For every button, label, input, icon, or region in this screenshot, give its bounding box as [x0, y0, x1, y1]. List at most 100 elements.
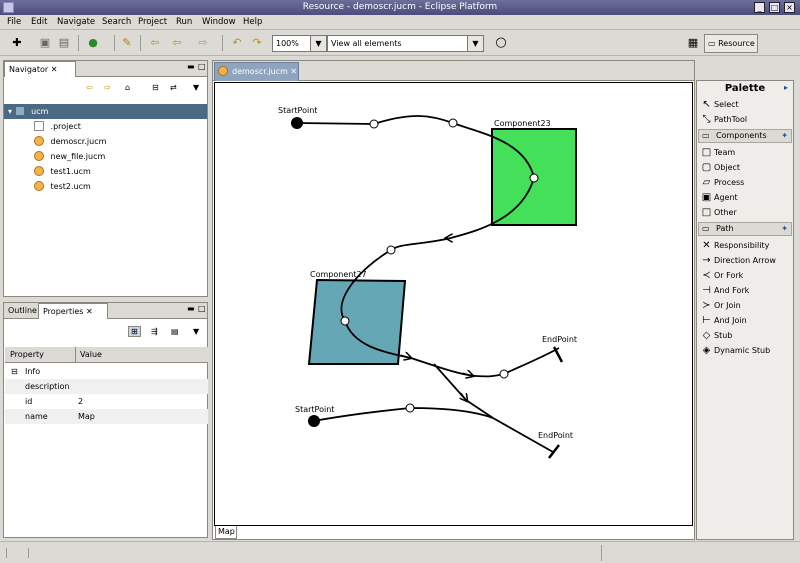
- lower-path[interactable]: [313, 407, 494, 422]
- tree-item-test1[interactable]: test1.ucm: [4, 164, 91, 179]
- arrow-cursor-icon: ↖: [702, 99, 711, 110]
- print-icon[interactable]: ▤: [57, 36, 71, 50]
- empty-point[interactable]: [369, 119, 379, 129]
- link-editor-icon[interactable]: ⇄: [170, 83, 177, 92]
- advanced-icon[interactable]: ▤: [171, 327, 179, 336]
- fork-path[interactable]: [433, 363, 467, 401]
- resource-perspective-button[interactable]: ▭ Resource: [704, 34, 758, 53]
- menu-project[interactable]: Project: [138, 17, 167, 27]
- tree-item-new-file[interactable]: new_file.jucm: [4, 149, 105, 164]
- tool-other[interactable]: □ Other: [699, 205, 737, 220]
- tab-navigator[interactable]: Navigator ✕: [4, 61, 76, 77]
- tool-stub[interactable]: ◇ Stub: [699, 328, 733, 343]
- tool-agent[interactable]: ▣ Agent: [699, 190, 738, 205]
- tool-object[interactable]: ▢ Object: [699, 160, 740, 175]
- tool-and-join[interactable]: ⊢ And Join: [699, 313, 747, 328]
- empty-point[interactable]: [499, 369, 509, 379]
- maximize-panel-icon[interactable]: □: [198, 62, 206, 71]
- maximize-button[interactable]: □: [769, 2, 780, 13]
- forward-icon[interactable]: ⇨: [196, 36, 210, 50]
- ucm-diagram[interactable]: StartPoint Component23 Component27 EndPo…: [215, 83, 692, 525]
- palette-menu-icon[interactable]: ▸: [784, 83, 788, 92]
- filter-icon[interactable]: ⇶: [151, 327, 158, 336]
- section-path[interactable]: ▭ Path ✦: [698, 222, 792, 236]
- tool-process[interactable]: ▱ Process: [699, 175, 745, 190]
- tool-and-fork[interactable]: ⊣ And Fork: [699, 283, 749, 298]
- undo-icon[interactable]: ↶: [230, 36, 244, 50]
- tab-outline[interactable]: Outline: [4, 303, 41, 319]
- home-icon[interactable]: ⌂: [125, 83, 130, 92]
- menu-edit[interactable]: Edit: [31, 17, 47, 27]
- minimize-panel-icon[interactable]: ▬: [187, 304, 195, 313]
- menu-file[interactable]: File: [7, 17, 21, 27]
- start-point-1[interactable]: [291, 117, 303, 129]
- categories-icon[interactable]: ⊞: [128, 326, 141, 337]
- menu-search[interactable]: Search: [102, 17, 131, 27]
- menu-run[interactable]: Run: [176, 17, 192, 27]
- zoom-dropdown-button[interactable]: ▼: [310, 35, 327, 52]
- empty-point[interactable]: [386, 245, 396, 255]
- direction-arrow[interactable]: [461, 392, 467, 401]
- branch-path-1[interactable]: [410, 347, 560, 378]
- tool-or-join[interactable]: ≻ Or Join: [699, 298, 740, 313]
- maximize-panel-icon[interactable]: □: [198, 304, 206, 313]
- tab-map[interactable]: Map: [215, 526, 237, 539]
- tool-dynamic-stub[interactable]: ◈ Dynamic Stub: [699, 343, 771, 358]
- minimize-button[interactable]: _: [754, 2, 765, 13]
- tool-or-fork[interactable]: ≺ Or Fork: [699, 268, 743, 283]
- new-icon[interactable]: ✚: [10, 36, 24, 50]
- expand-icon[interactable]: ▾: [8, 107, 12, 116]
- table-row[interactable]: description: [5, 379, 208, 394]
- tool-pathtool[interactable]: ⤡ PathTool: [699, 112, 748, 127]
- open-type-icon[interactable]: ✎: [120, 36, 134, 50]
- empty-point[interactable]: [529, 173, 539, 183]
- circle-icon[interactable]: ○: [494, 36, 508, 50]
- section-components[interactable]: ▭ Components ✦: [698, 129, 792, 143]
- save-icon[interactable]: ▣: [38, 36, 52, 50]
- menu-window[interactable]: Window: [202, 17, 236, 27]
- component27-box[interactable]: [307, 278, 407, 365]
- tree-item-ucm[interactable]: ▾ ucm: [4, 104, 207, 119]
- diagram-canvas[interactable]: StartPoint Component23 Component27 EndPo…: [214, 82, 693, 526]
- table-row[interactable]: id 2: [5, 394, 208, 409]
- tab-properties[interactable]: Properties ✕: [38, 303, 108, 319]
- start-point-2[interactable]: [308, 415, 320, 427]
- view-dropdown-button[interactable]: ▼: [467, 35, 484, 52]
- pin-icon[interactable]: ✦: [781, 223, 788, 235]
- back-icon[interactable]: ⇦: [170, 36, 184, 50]
- tree-item-project[interactable]: .project: [4, 119, 81, 134]
- open-perspective-icon[interactable]: ▦: [686, 36, 700, 50]
- forward-icon[interactable]: ⇨: [104, 83, 111, 92]
- column-header-property[interactable]: Property: [10, 350, 44, 359]
- collapse-icon[interactable]: ⊟: [11, 364, 18, 379]
- view-combo[interactable]: View all elements: [327, 35, 468, 52]
- zoom-combo[interactable]: 100%: [272, 35, 312, 52]
- tree-item-test2[interactable]: test2.ucm: [4, 179, 91, 194]
- back-icon[interactable]: ⇦: [86, 83, 93, 92]
- collapse-all-icon[interactable]: ⊟: [152, 83, 159, 92]
- view-menu-icon[interactable]: ▼: [193, 83, 199, 92]
- or-fork-icon: ≺: [702, 270, 711, 281]
- empty-point[interactable]: [405, 403, 415, 413]
- minimize-panel-icon[interactable]: ▬: [187, 62, 195, 71]
- empty-point[interactable]: [340, 316, 350, 326]
- tool-select[interactable]: ↖ Select: [699, 97, 738, 112]
- close-button[interactable]: ×: [784, 2, 795, 13]
- tree-item-demoscr[interactable]: demoscr.jucm: [4, 134, 106, 149]
- run-icon[interactable]: ●: [86, 36, 100, 50]
- menu-navigate[interactable]: Navigate: [57, 17, 95, 27]
- tool-direction-arrow[interactable]: → Direction Arrow: [699, 253, 776, 268]
- pin-icon[interactable]: ✦: [781, 130, 788, 142]
- column-header-value[interactable]: Value: [80, 350, 102, 359]
- empty-point[interactable]: [448, 118, 458, 128]
- tool-team[interactable]: □ Team: [699, 145, 735, 160]
- redo-icon[interactable]: ↷: [250, 36, 264, 50]
- tool-responsibility[interactable]: ✕ Responsibility: [699, 238, 769, 253]
- branch-path-2[interactable]: [465, 399, 554, 453]
- table-row[interactable]: name Map: [5, 409, 208, 424]
- back-nav-icon[interactable]: ⇦: [148, 36, 162, 50]
- table-row[interactable]: ⊟ Info: [5, 364, 208, 379]
- menu-help[interactable]: Help: [243, 17, 262, 27]
- tab-demoscr[interactable]: demoscr.jucm ✕: [214, 62, 299, 81]
- view-menu-icon[interactable]: ▼: [193, 327, 199, 336]
